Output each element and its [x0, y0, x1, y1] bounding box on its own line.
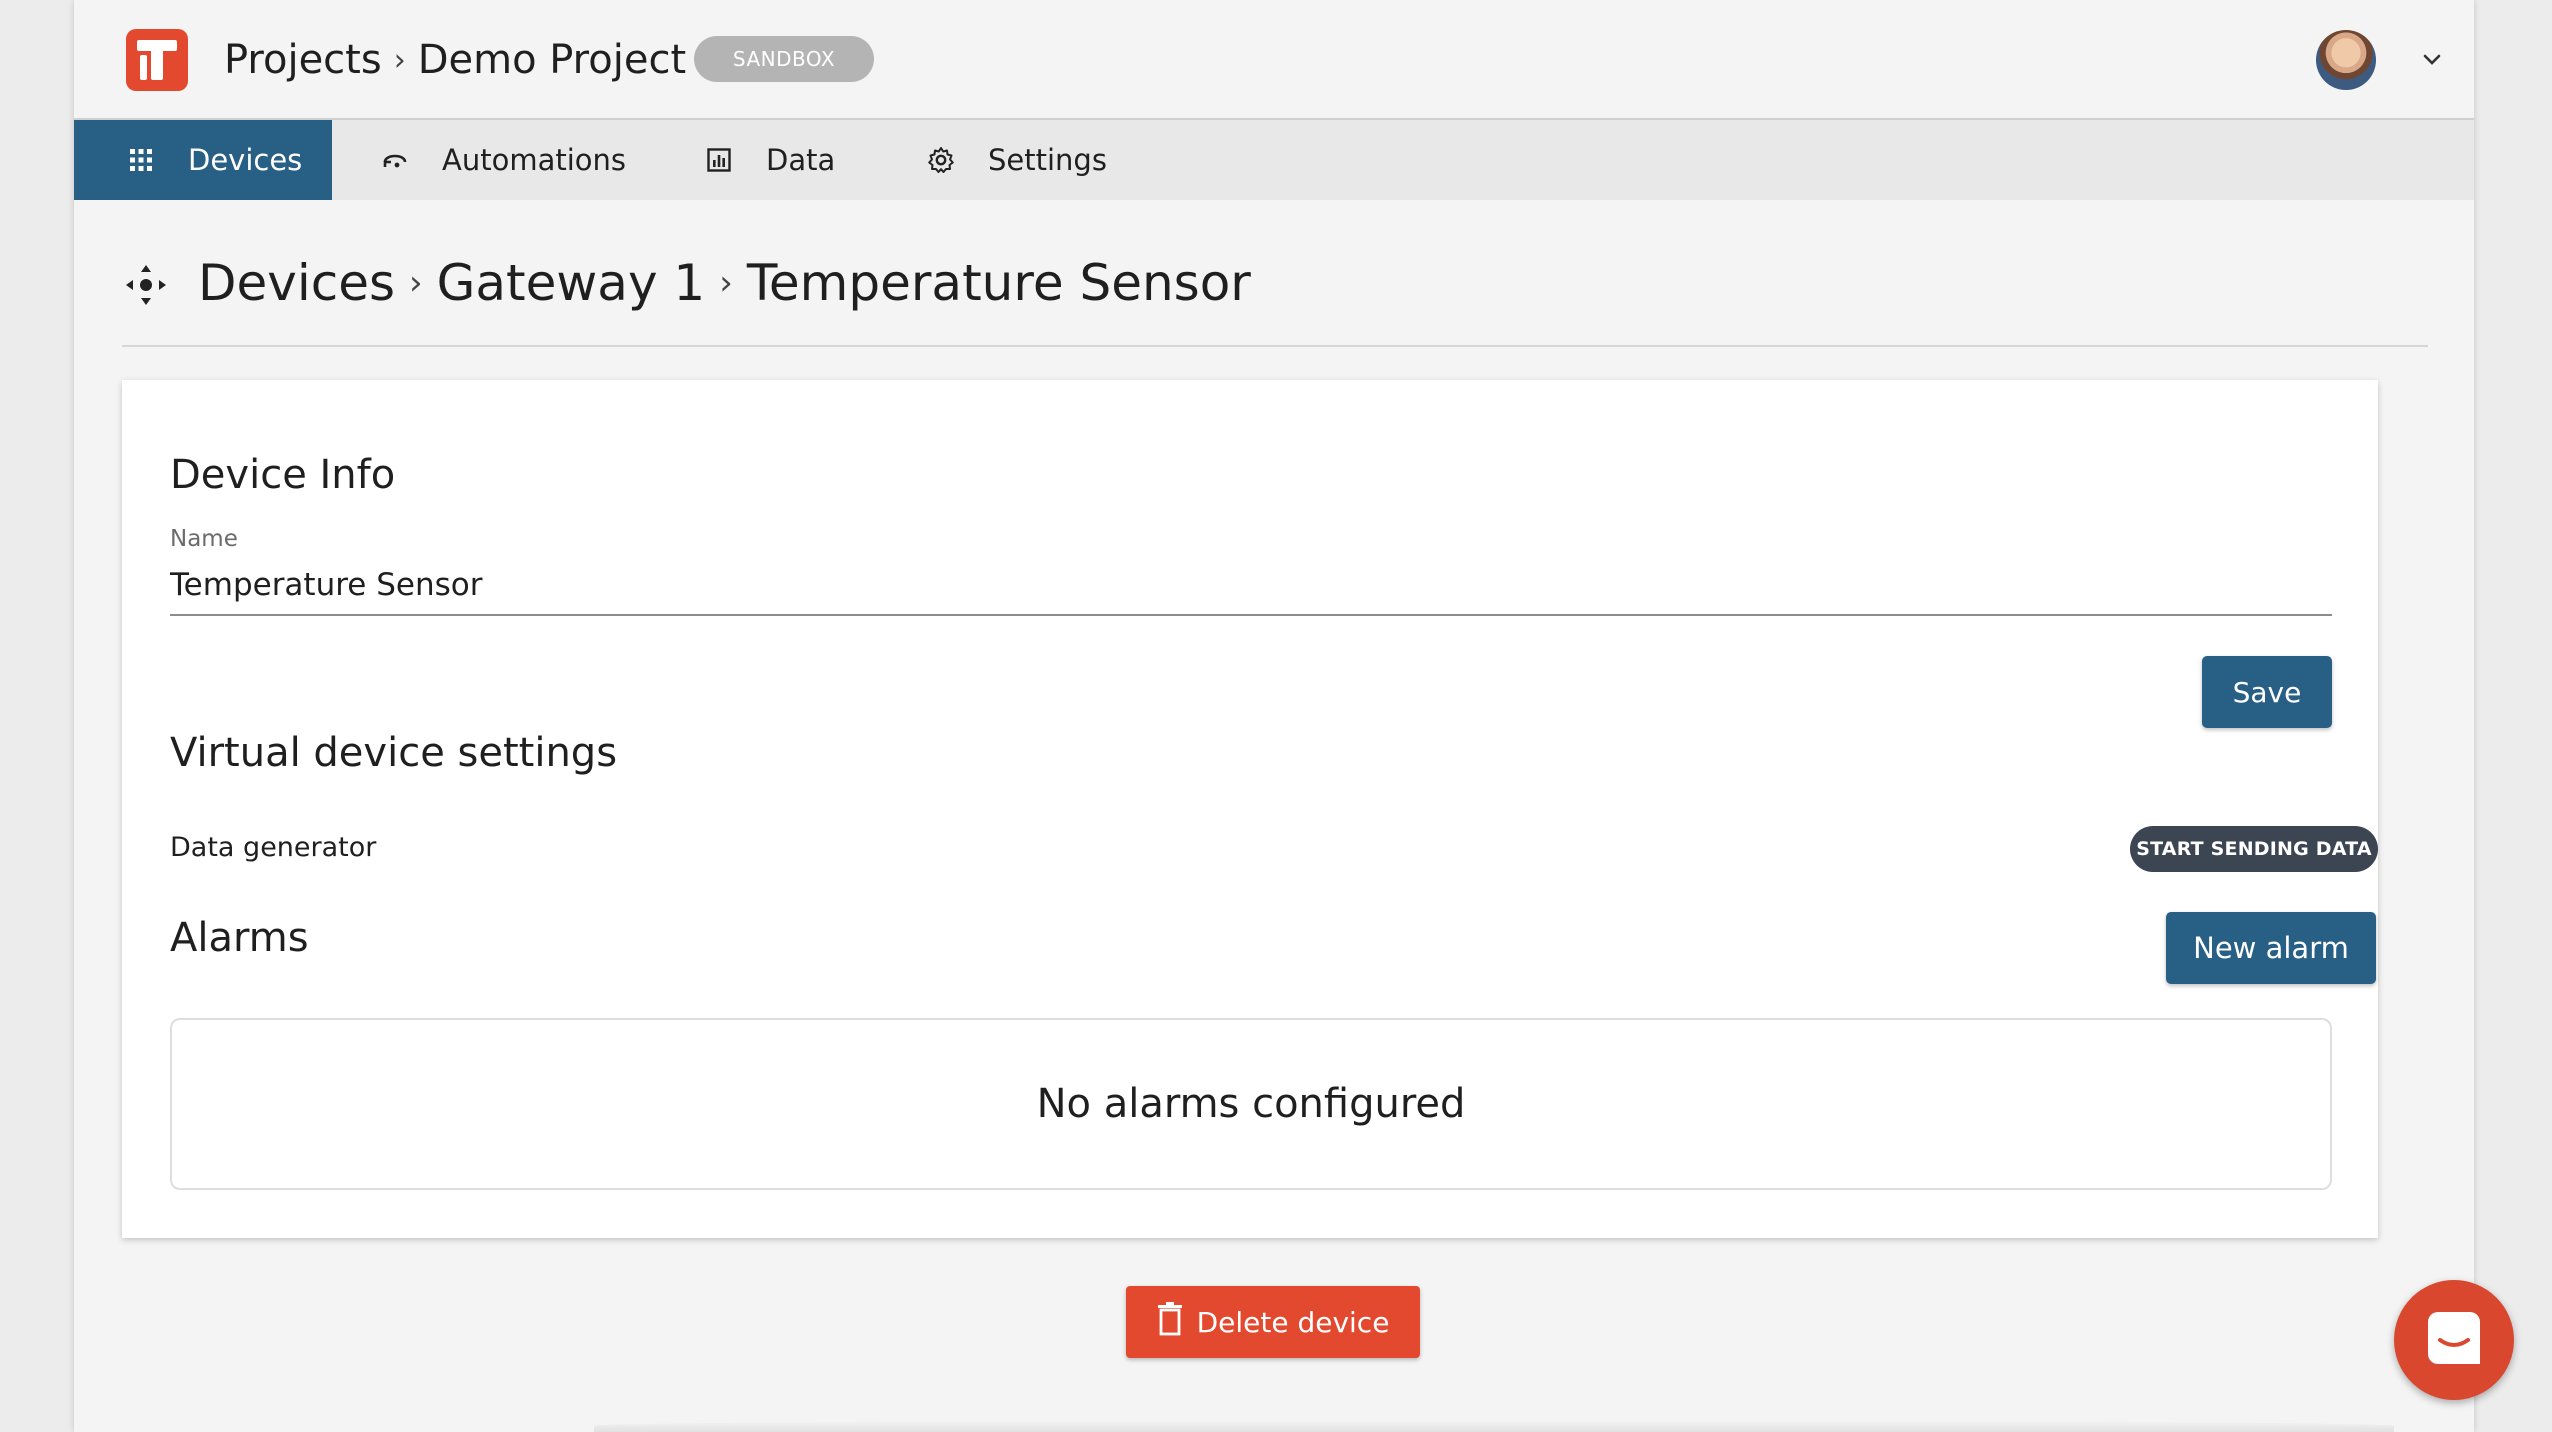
save-button[interactable]: Save [2202, 656, 2332, 728]
tab-automations[interactable]: Automations [380, 120, 626, 200]
breadcrumb-projects-link[interactable]: Projects [224, 37, 382, 83]
chevron-down-icon[interactable] [2412, 40, 2452, 80]
data-generator-label: Data generator [170, 832, 377, 863]
device-card: Device Info Name Save Virtual device set… [122, 380, 2378, 1238]
tab-settings-label: Settings [988, 143, 1107, 177]
breadcrumb-current-device: Temperature Sensor [746, 254, 1251, 312]
project-breadcrumb: Projects › Demo Project [224, 30, 686, 90]
chevron-right-icon: › [719, 263, 733, 303]
tab-devices[interactable]: Devices [74, 120, 332, 200]
tab-settings[interactable]: Settings [926, 120, 1107, 200]
app-window: Projects › Demo Project SANDBOX Devices [74, 0, 2474, 1432]
empty-state-text: No alarms configured [1036, 1081, 1466, 1127]
chevron-right-icon: › [409, 263, 423, 303]
tab-data[interactable]: Data [704, 120, 835, 200]
tab-data-label: Data [766, 143, 836, 177]
breadcrumb-project-name[interactable]: Demo Project [418, 37, 686, 83]
start-sending-data-button[interactable]: START SENDING DATA [2130, 826, 2378, 872]
virtual-settings-heading: Virtual device settings [170, 730, 618, 776]
grid-icon [126, 145, 156, 175]
gear-icon [926, 145, 956, 175]
chevron-right-icon: › [393, 42, 406, 78]
chat-icon [2424, 1308, 2484, 1372]
app-logo[interactable] [126, 29, 188, 91]
breadcrumb-gateway-link[interactable]: Gateway 1 [437, 254, 706, 312]
device-name-input[interactable] [170, 556, 2332, 616]
tab-devices-label: Devices [188, 143, 303, 177]
delete-device-label: Delete device [1196, 1305, 1390, 1339]
breadcrumb-devices-link[interactable]: Devices [198, 254, 395, 312]
tab-automations-label: Automations [442, 143, 627, 177]
divider [122, 345, 2428, 347]
name-field-label: Name [170, 526, 238, 552]
alarms-list-empty: No alarms configured [170, 1018, 2332, 1190]
devices-hub-icon [124, 261, 168, 305]
top-bar: Projects › Demo Project SANDBOX [74, 0, 2474, 120]
device-info-heading: Device Info [170, 452, 396, 498]
chart-icon [704, 145, 734, 175]
automations-icon [380, 145, 410, 175]
page-breadcrumb: Devices › Gateway 1 › Temperature Sensor [124, 248, 1251, 318]
trash-icon [1157, 1301, 1183, 1343]
environment-badge: SANDBOX [694, 36, 874, 82]
main-nav: Devices Automations Data Settings [74, 120, 2474, 200]
user-avatar[interactable] [2316, 30, 2376, 90]
scroll-shadow [594, 1420, 2394, 1432]
alarms-heading: Alarms [170, 915, 309, 961]
delete-device-button[interactable]: Delete device [1126, 1286, 1420, 1358]
chat-widget-button[interactable] [2394, 1280, 2514, 1400]
new-alarm-button[interactable]: New alarm [2166, 912, 2376, 984]
